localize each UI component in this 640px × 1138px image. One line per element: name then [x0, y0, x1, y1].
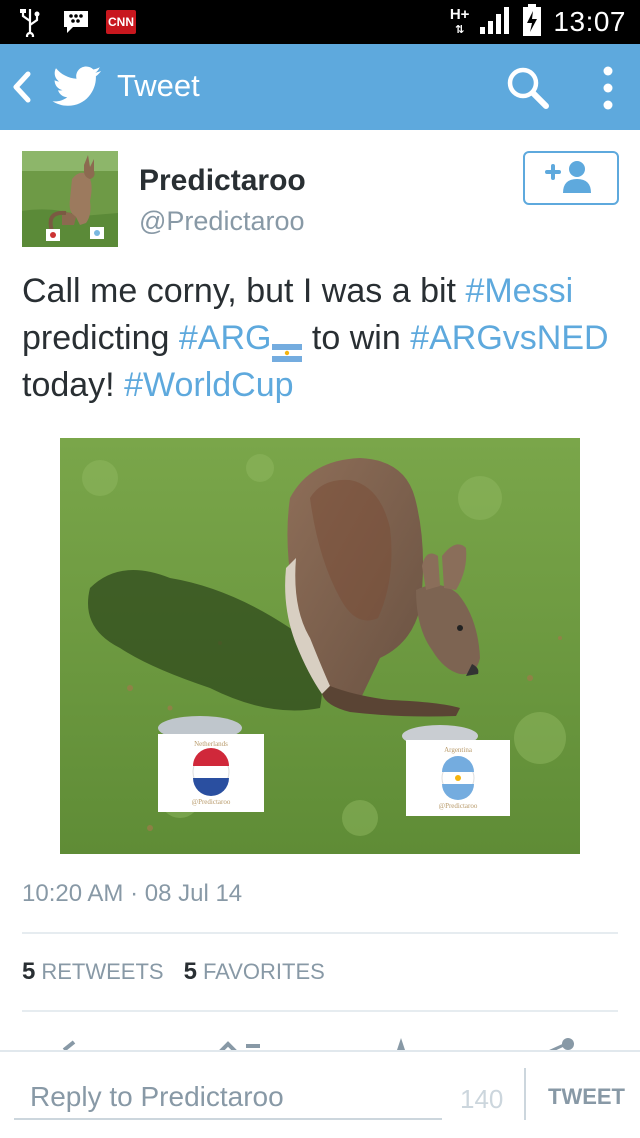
action-bar: Tweet: [0, 44, 640, 130]
hashtag-link[interactable]: #ARGvsNED: [410, 319, 608, 357]
tweet-text: Call me corny, but I was a bit #Messi pr…: [22, 268, 622, 409]
cnn-icon: CNN: [106, 10, 136, 34]
avatar[interactable]: [22, 151, 118, 247]
tweet-stats: 5 RETWEETS 5 FAVORITES: [22, 958, 325, 986]
tweet-text-segment: to win: [302, 319, 411, 357]
netherlands-sign-label: Netherlands: [194, 740, 228, 748]
retweets-count-link[interactable]: 5 RETWEETS: [22, 958, 164, 986]
argentina-sign-label: Argentina: [444, 746, 473, 754]
tweet-text-segment: predicting: [22, 319, 179, 357]
divider: [22, 932, 618, 934]
hashtag-link[interactable]: #ARG: [179, 319, 272, 357]
screen-title: Tweet: [117, 68, 200, 103]
argentina-flag-icon: [272, 328, 303, 363]
author-display-name[interactable]: Predictaroo: [139, 164, 306, 198]
hashtag-link[interactable]: #WorldCup: [124, 366, 293, 404]
twitter-bird-icon[interactable]: [52, 66, 102, 108]
follow-button[interactable]: [523, 151, 619, 205]
divider: [22, 1010, 618, 1012]
argentina-sign-credit: @Predictaroo: [439, 802, 478, 810]
favorites-count-link[interactable]: 5 FAVORITES: [184, 958, 325, 986]
clock: 13:07: [553, 6, 626, 37]
back-chevron-icon[interactable]: [10, 68, 34, 106]
reply-input[interactable]: [14, 1076, 442, 1120]
battery-charging-icon: [521, 3, 543, 42]
status-bar: CNN H+ ⇅ 13:07: [0, 0, 640, 44]
netherlands-sign-credit: @Predictaroo: [192, 798, 231, 806]
network-type-indicator: H+ ⇅: [449, 5, 470, 36]
search-icon[interactable]: [506, 66, 550, 110]
tweet-photo[interactable]: Netherlands @Predictaroo Argentina @Pred…: [60, 438, 580, 854]
divider: [524, 1068, 526, 1120]
blackberry-messenger-icon: [60, 6, 92, 38]
tweet-text-segment: today!: [22, 366, 125, 404]
author-handle[interactable]: @Predictaroo: [139, 206, 304, 237]
tweet-text-segment: Call me corny, but I was a bit: [22, 272, 466, 310]
signal-strength-icon: [479, 5, 511, 40]
usb-icon: [14, 6, 46, 38]
character-count: 140: [460, 1084, 504, 1114]
tweet-timestamp: 10:20 AM · 08 Jul 14: [22, 880, 243, 907]
hashtag-link[interactable]: #Messi: [465, 272, 573, 310]
overflow-menu-icon[interactable]: [596, 64, 620, 112]
add-user-icon: [541, 160, 601, 200]
tweet-button[interactable]: TWEET: [548, 1084, 625, 1110]
reply-bar: 140 TWEET: [0, 1050, 640, 1138]
